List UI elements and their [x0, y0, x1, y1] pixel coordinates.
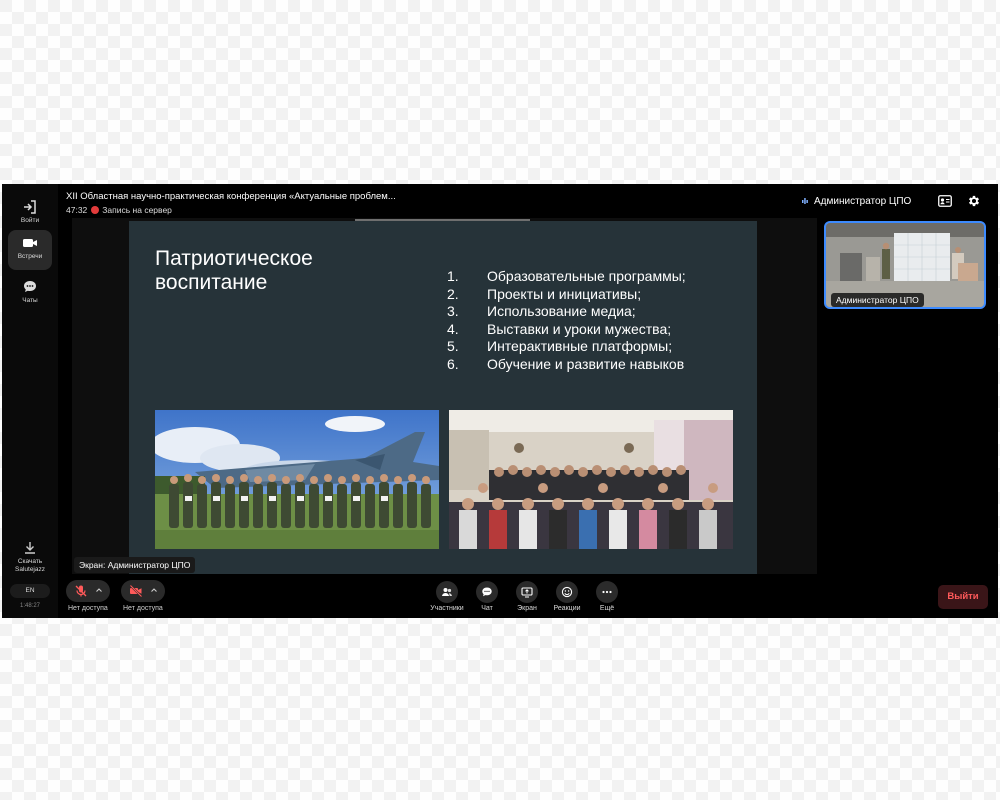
camera-icon	[23, 239, 37, 247]
rail-item-login[interactable]: Войти	[8, 194, 52, 234]
chat-button[interactable]: Чат	[465, 581, 509, 612]
more-button[interactable]: Ещё	[585, 581, 629, 612]
slide-list-item: 6. Обучение и развитие навыков	[447, 355, 685, 372]
smiley-icon	[561, 586, 573, 598]
participants-button[interactable]: Участники	[425, 581, 469, 612]
slide-list-item: 2. Проекты и инициативы;	[447, 285, 642, 302]
meeting-timer: 47:32	[66, 205, 88, 215]
clock-time: 1:48:27	[19, 603, 41, 609]
slide-list-item: 3. Использование медиа;	[447, 303, 636, 320]
recording-status: 47:32 Запись на сервер	[66, 205, 172, 215]
chat-icon	[24, 281, 36, 292]
conference-window: Войти Встречи Чаты Скачать Salutejazz EN…	[2, 184, 998, 618]
participants-icon	[442, 588, 452, 596]
download-icon	[25, 542, 35, 554]
screen-share-button[interactable]: Экран	[505, 581, 549, 612]
leave-button[interactable]: Выйти	[938, 585, 988, 609]
active-speaker: Администратор ЦПО	[802, 196, 911, 207]
participants-label: Участники	[430, 605, 464, 612]
participant-name-label: Администратор ЦПО	[831, 293, 924, 307]
screen-share-label: Экран	[517, 605, 537, 612]
recording-dot-icon	[91, 206, 100, 214]
audio-level-icon	[802, 198, 808, 204]
mic-status-label: Нет доступа	[68, 605, 108, 612]
rail-item-label: Встречи	[17, 253, 43, 260]
rail-download-app[interactable]: Скачать Salutejazz	[8, 538, 52, 574]
slide-title: Патриотическое воспитание	[155, 247, 313, 294]
camera-off-icon	[129, 584, 143, 598]
download-label: Скачать Salutejazz	[15, 558, 45, 573]
chevron-up-icon[interactable]	[95, 586, 103, 594]
reactions-button[interactable]: Реакции	[545, 581, 589, 612]
indoor-group-photo	[449, 410, 733, 549]
gear-icon[interactable]	[967, 194, 981, 208]
camera-toggle[interactable]	[121, 580, 165, 602]
slide-photo-indoor-group	[449, 410, 733, 549]
chat-bubble-icon	[482, 587, 492, 597]
outdoor-group-photo	[155, 410, 439, 549]
more-label: Ещё	[599, 605, 615, 612]
active-speaker-name: Администратор ЦПО	[814, 196, 912, 207]
shared-screen-area: Патриотическое воспитание 1. Образователь…	[72, 218, 817, 574]
rail-item-label: Чаты	[22, 297, 38, 304]
screen-share-icon	[521, 587, 533, 598]
slide-list-item: 1. Образовательные программы;	[447, 268, 686, 284]
rail-item-chats[interactable]: Чаты	[8, 274, 52, 314]
slide-list-item: 4. Выставки и уроки мужества;	[447, 320, 672, 337]
slide-photo-outdoor-group	[155, 410, 439, 549]
screen-share-label: Экран: Администратор ЦПО	[74, 557, 196, 573]
chevron-up-icon[interactable]	[150, 586, 158, 594]
rail-item-label: Войти	[20, 217, 40, 224]
slide-list: 1. Образовательные программы; 2. Проекты и…	[447, 268, 747, 374]
language-switch[interactable]: EN	[10, 584, 50, 598]
chat-label: Чат	[481, 605, 493, 612]
left-rail: Войти Встречи Чаты Скачать Salutejazz EN…	[2, 184, 58, 618]
recording-label: Запись на сервер	[102, 205, 172, 215]
contact-card-icon[interactable]	[938, 195, 952, 207]
conference-title: XII Областная научно-практическая конфер…	[66, 191, 396, 202]
participant-video-tile[interactable]: Администратор ЦПО	[824, 221, 986, 309]
slide-list-item: 5. Интерактивные платформы;	[447, 338, 673, 355]
reactions-label: Реакции	[553, 605, 581, 612]
presentation-slide: Патриотическое воспитание 1. Образователь…	[129, 221, 757, 574]
more-icon	[602, 590, 612, 594]
camera-status-label: Нет доступа	[123, 605, 163, 612]
login-icon	[24, 200, 36, 214]
mic-off-icon	[75, 585, 87, 597]
rail-item-meetings[interactable]: Встречи	[8, 230, 52, 270]
mic-toggle[interactable]	[66, 580, 110, 602]
